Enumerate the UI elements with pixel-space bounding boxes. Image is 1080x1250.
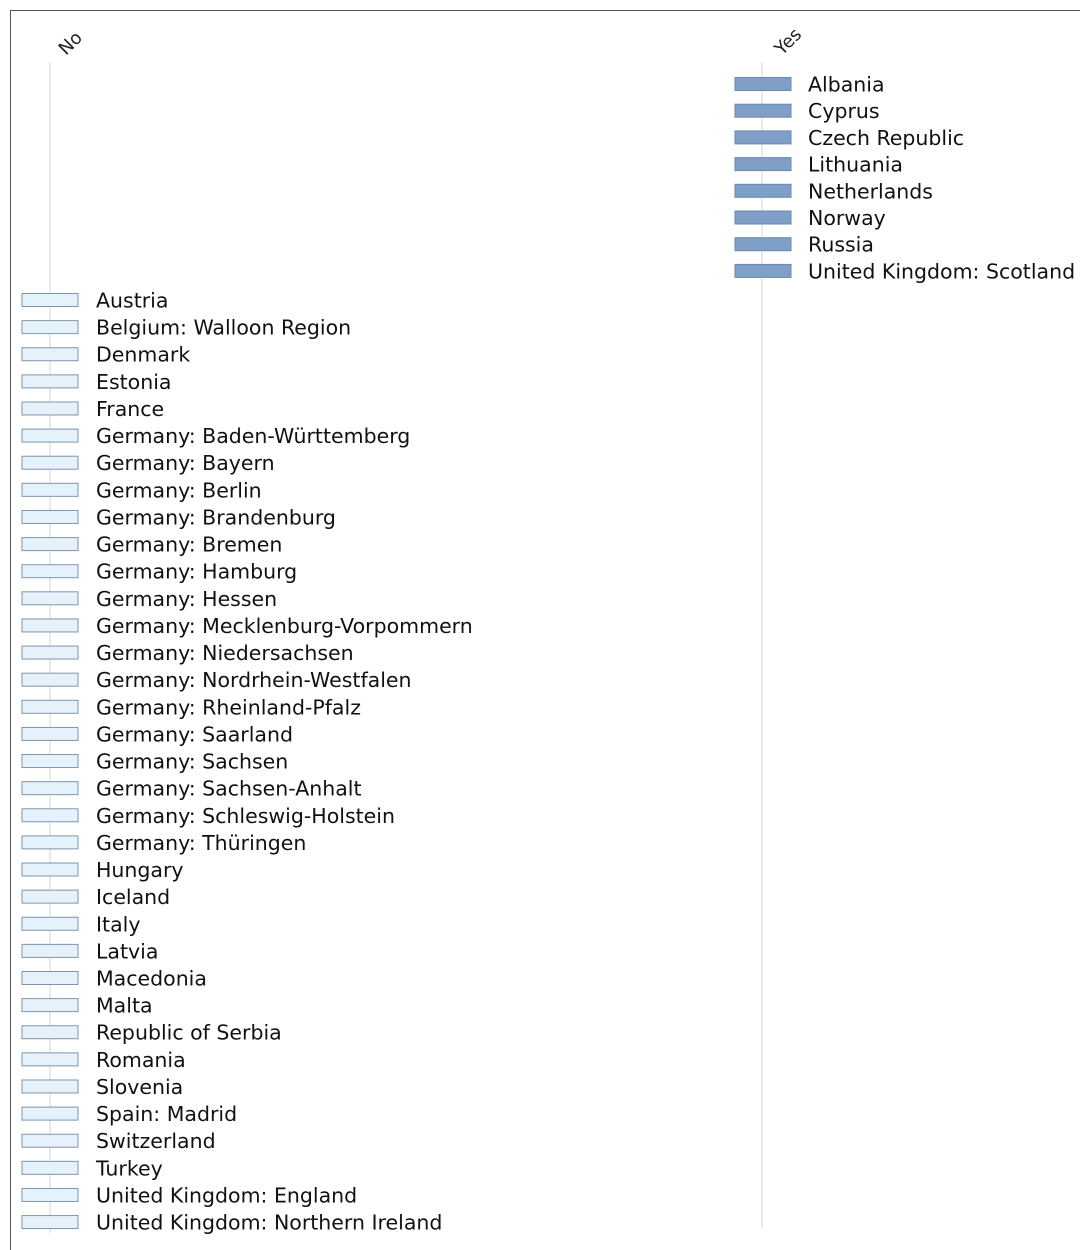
category-label-yes: Netherlands	[808, 179, 933, 203]
bar-no	[21, 564, 79, 579]
category-chart: No Austria Belgium: Walloon Region Denmark E…	[21, 24, 1075, 1235]
bar-no	[21, 835, 79, 850]
category-label-no: Slovenia	[96, 1075, 183, 1099]
bar-yes	[734, 103, 792, 118]
category-label-yes: Cyprus	[808, 99, 880, 123]
bar-no	[21, 374, 79, 389]
bar-no	[21, 672, 79, 687]
bar-yes	[734, 263, 792, 278]
bar-no	[21, 1025, 79, 1040]
bar-no	[21, 1133, 79, 1148]
category-label-no: Germany: Thüringen	[96, 831, 306, 855]
category-label-no: Germany: Brandenburg	[96, 505, 336, 529]
bar-no	[21, 916, 79, 931]
category-label-no: Belgium: Walloon Region	[96, 316, 351, 340]
category-label-no: Germany: Berlin	[96, 478, 262, 502]
bar-no	[21, 754, 79, 769]
category-label-yes: Lithuania	[808, 153, 903, 177]
category-label-no: Latvia	[96, 939, 158, 963]
category-label-yes: United Kingdom: Scotland	[808, 259, 1075, 283]
category-label-no: Germany: Bremen	[96, 533, 282, 557]
category-label-no: Germany: Bayern	[96, 451, 275, 475]
category-label-yes: Albania	[808, 73, 885, 97]
category-label-yes: Russia	[808, 233, 874, 257]
bar-no	[21, 889, 79, 904]
bar-yes	[734, 183, 792, 198]
category-label-no: Germany: Rheinland-Pfalz	[96, 695, 361, 719]
bar-no	[21, 1215, 79, 1230]
bar-no	[21, 781, 79, 796]
category-label-yes: Norway	[808, 206, 886, 230]
bar-no	[21, 862, 79, 877]
bar-no	[21, 726, 79, 741]
category-label-no: Iceland	[96, 885, 170, 909]
bar-no	[21, 509, 79, 524]
category-label-no: Germany: Saarland	[96, 722, 293, 746]
column-title-no: No	[55, 27, 87, 59]
bar-no	[21, 537, 79, 552]
category-label-no: France	[96, 397, 164, 421]
category-label-no: Germany: Schleswig-Holstein	[96, 804, 395, 828]
category-label-no: Germany: Baden-Württemberg	[96, 424, 410, 448]
bar-no	[21, 1160, 79, 1175]
category-label-no: Macedonia	[96, 967, 207, 991]
category-label-no: Germany: Hamburg	[96, 560, 297, 584]
bar-yes	[734, 157, 792, 172]
bar-no	[21, 1106, 79, 1121]
bar-yes	[734, 237, 792, 252]
category-label-no: Hungary	[96, 858, 184, 882]
bar-yes	[734, 77, 792, 91]
category-label-yes: Czech Republic	[808, 126, 964, 150]
bar-no	[21, 699, 79, 714]
bar-yes	[734, 210, 792, 225]
category-label-no: Turkey	[95, 1156, 163, 1180]
category-label-no: Germany: Mecklenburg-Vorpommern	[96, 614, 473, 638]
category-label-no: Denmark	[96, 343, 190, 367]
category-label-no: Spain: Madrid	[96, 1102, 237, 1126]
bar-no	[21, 998, 79, 1013]
bar-no	[21, 455, 79, 470]
bar-no	[21, 428, 79, 443]
column-title-yes: Yes	[770, 24, 806, 60]
bar-no	[21, 1052, 79, 1067]
category-label-no: Austria	[96, 289, 168, 313]
bar-no	[21, 591, 79, 606]
bar-no	[21, 645, 79, 660]
category-label-no: United Kingdom: Northern Ireland	[96, 1211, 442, 1235]
bar-no	[21, 1079, 79, 1094]
category-label-no: Romania	[96, 1048, 186, 1072]
bar-no	[21, 943, 79, 958]
bar-yes	[734, 130, 792, 145]
bar-no	[21, 293, 79, 307]
category-label-no: Malta	[96, 994, 153, 1018]
bar-no	[21, 808, 79, 823]
category-label-no: Germany: Nordrhein-Westfalen	[96, 668, 412, 692]
bar-no	[21, 401, 79, 416]
bar-no	[21, 347, 79, 362]
bar-no	[21, 320, 79, 335]
bar-no	[21, 482, 79, 497]
category-label-no: Estonia	[96, 370, 171, 394]
bar-no	[21, 1187, 79, 1202]
category-label-no: Germany: Sachsen-Anhalt	[96, 777, 362, 801]
bar-no	[21, 618, 79, 633]
category-label-no: Switzerland	[96, 1129, 216, 1153]
category-label-no: Republic of Serbia	[96, 1021, 282, 1045]
category-label-no: Germany: Sachsen	[96, 750, 288, 774]
category-label-no: Italy	[96, 912, 140, 936]
bar-no	[21, 971, 79, 985]
category-label-no: Germany: Niedersachsen	[96, 641, 354, 665]
category-label-no: Germany: Hessen	[96, 587, 277, 611]
category-label-no: United Kingdom: England	[96, 1183, 357, 1207]
